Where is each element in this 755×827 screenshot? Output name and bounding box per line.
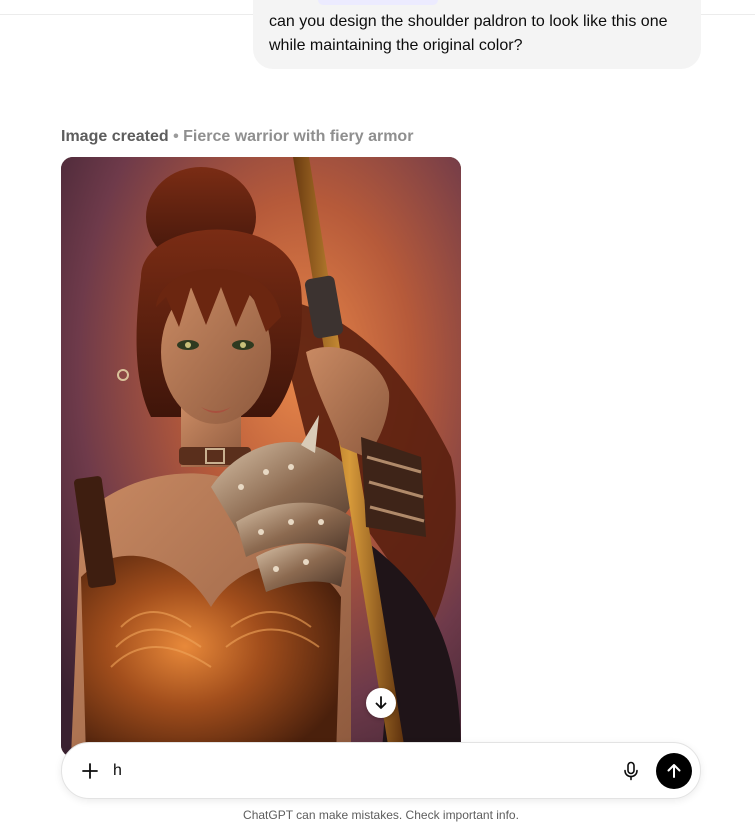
disclaimer-text: ChatGPT can make mistakes. Check importa…	[243, 808, 519, 822]
user-message-bubble: can you design the shoulder paldron to l…	[253, 0, 701, 69]
chat-page: can you design the shoulder paldron to l…	[0, 0, 755, 827]
caption-separator: •	[173, 128, 179, 145]
scroll-indicator	[318, 0, 438, 5]
image-caption: Image created • Fierce warrior with fier…	[61, 127, 413, 147]
generated-image[interactable]	[61, 157, 461, 757]
download-button[interactable]	[366, 688, 396, 718]
arrow-up-icon	[667, 764, 681, 778]
message-input[interactable]	[113, 759, 593, 783]
image-status-label: Image created	[61, 128, 169, 145]
download-icon	[375, 696, 387, 709]
warrior-illustration	[61, 157, 461, 757]
voice-input-button[interactable]	[619, 759, 643, 783]
image-title[interactable]: Fierce warrior with fiery armor	[183, 128, 413, 145]
message-composer	[61, 742, 701, 799]
send-button[interactable]	[656, 753, 692, 789]
microphone-icon	[624, 761, 638, 781]
user-message-text: can you design the shoulder paldron to l…	[269, 13, 668, 54]
attach-button[interactable]	[78, 759, 102, 783]
plus-icon	[82, 763, 98, 779]
